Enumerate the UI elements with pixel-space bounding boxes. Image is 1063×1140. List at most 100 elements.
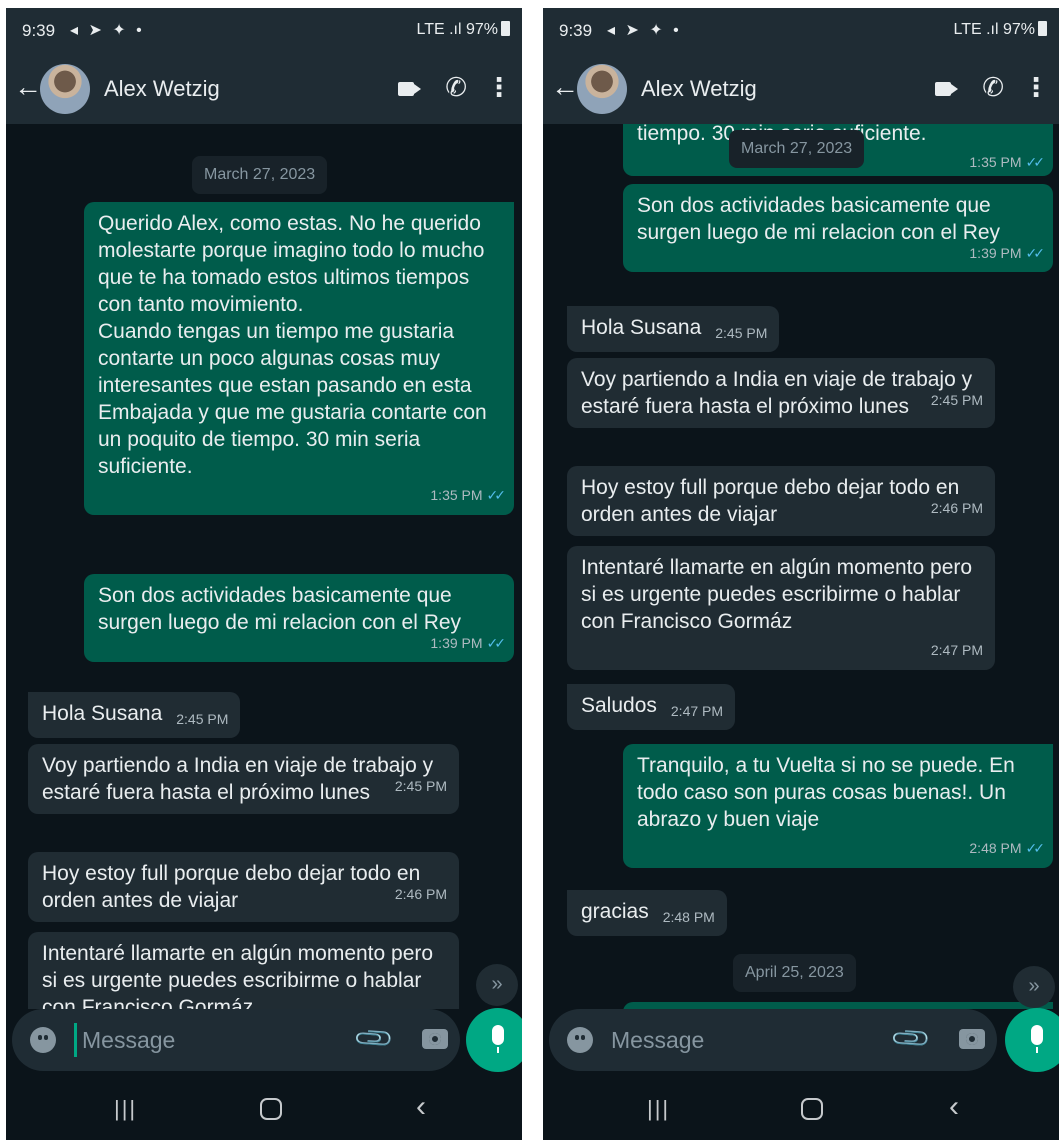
network-battery-text: LTE .ıl 97% xyxy=(953,21,1035,38)
text-cursor xyxy=(74,1023,77,1057)
date-divider: April 25, 2023 xyxy=(733,954,856,992)
avatar[interactable] xyxy=(40,64,90,114)
message-time: 1:35 PM xyxy=(969,154,1022,170)
voice-message-button[interactable] xyxy=(1005,1008,1059,1072)
attachment-icon[interactable]: 📎 xyxy=(889,1016,934,1061)
message-outgoing[interactable]: Son dos actividades basicamente que surg… xyxy=(623,184,1053,272)
message-incoming[interactable]: Hoy estoy full porque debo dejar todo en… xyxy=(567,466,995,536)
message-text: Hola Susana xyxy=(581,316,702,339)
voice-call-icon[interactable]: ✆ xyxy=(982,72,1004,102)
notification-icons: ◂ ➤ ✦ • xyxy=(607,22,682,39)
camera-icon[interactable] xyxy=(959,1029,985,1049)
message-incoming[interactable]: Intentaré llamarte en algún momento pero… xyxy=(567,546,995,670)
message-composer: 📎 xyxy=(12,1009,460,1071)
message-incoming[interactable]: Hola Susana 2:45 PM xyxy=(28,692,241,738)
message-text: Querido Alex, como estas. No he querido … xyxy=(98,212,487,478)
message-text: Hola Susana xyxy=(42,702,163,725)
message-input[interactable] xyxy=(82,1024,332,1056)
read-receipt-icon: ✓✓ xyxy=(486,487,507,503)
video-call-icon[interactable] xyxy=(398,82,421,96)
message-incoming[interactable]: Voy partiendo a India en viaje de trabaj… xyxy=(567,358,995,428)
message-input[interactable] xyxy=(611,1024,861,1056)
message-composer: 📎 xyxy=(549,1009,997,1071)
message-time: 2:47 PM xyxy=(930,642,983,658)
message-time: 1:39 PM xyxy=(430,635,483,651)
message-text: Son dos actividades basicamente que surg… xyxy=(637,194,1001,244)
message-outgoing[interactable]: Tranquilo, a tu Vuelta si no se puede. E… xyxy=(623,744,1053,868)
message-incoming[interactable]: Intentaré llamarte en algún momento pero… xyxy=(28,932,459,1009)
message-text: Saludos xyxy=(581,694,657,717)
message-outgoing-partial[interactable] xyxy=(623,1002,1053,1009)
network-battery-status: LTE .ıl 97% xyxy=(416,21,510,39)
camera-icon[interactable] xyxy=(422,1029,448,1049)
message-incoming[interactable]: Hoy estoy full porque debo dejar todo en… xyxy=(28,852,459,922)
video-call-icon[interactable] xyxy=(935,82,958,96)
contact-name[interactable]: Alex Wetzig xyxy=(104,76,220,102)
read-receipt-icon: ✓✓ xyxy=(1025,245,1046,261)
scroll-down-button[interactable]: » xyxy=(1013,966,1055,1008)
scroll-down-button[interactable]: » xyxy=(476,964,518,1006)
emoji-icon[interactable] xyxy=(567,1027,593,1053)
chat-header: ← Alex Wetzig ✆ ⋮ xyxy=(543,54,1059,124)
date-divider: March 27, 2023 xyxy=(192,156,328,194)
battery-icon xyxy=(1038,21,1047,36)
attachment-icon[interactable]: 📎 xyxy=(352,1016,397,1061)
message-text: Intentaré llamarte en algún momento pero… xyxy=(42,942,434,1009)
message-time: 2:47 PM xyxy=(670,703,724,719)
microphone-icon xyxy=(492,1025,504,1053)
read-receipt-icon: ✓✓ xyxy=(1025,840,1046,856)
status-time: 9:39 xyxy=(559,21,593,40)
more-options-icon[interactable]: ⋮ xyxy=(1023,70,1049,104)
message-time: 1:35 PM xyxy=(430,487,483,503)
back-arrow-icon[interactable]: ← xyxy=(14,72,42,102)
message-incoming[interactable]: Saludos 2:47 PM xyxy=(567,684,736,730)
message-time: 2:45 PM xyxy=(715,325,768,341)
message-time: 2:46 PM xyxy=(930,500,983,516)
network-battery-status: LTE .ıl 97% xyxy=(953,21,1047,39)
status-bar: 9:39 ◂ ➤ ✦ • LTE .ıl 97% xyxy=(6,8,522,54)
message-list[interactable]: March 27, 2023 Querido Alex, como estas.… xyxy=(6,124,522,1009)
message-time: 2:48 PM xyxy=(969,840,1022,856)
message-meta: 1:39 PM ✓✓ xyxy=(969,242,1046,264)
chat-header: ← Alex Wetzig ✆ ⋮ xyxy=(6,54,522,124)
more-options-icon[interactable]: ⋮ xyxy=(486,70,512,104)
home-icon[interactable] xyxy=(801,1098,823,1120)
emoji-icon[interactable] xyxy=(30,1027,56,1053)
network-battery-text: LTE .ıl 97% xyxy=(416,21,498,38)
left-screenshot: 9:39 ◂ ➤ ✦ • LTE .ıl 97% ← Alex Wetzig ✆… xyxy=(6,8,522,1140)
nav-back-icon[interactable]: ‹ xyxy=(416,1090,426,1124)
message-incoming[interactable]: gracias 2:48 PM xyxy=(567,890,727,936)
status-time: 9:39 xyxy=(22,21,56,40)
date-divider: March 27, 2023 xyxy=(729,130,865,168)
system-navigation-bar: ||| ‹ xyxy=(543,1078,1059,1140)
message-time: 2:45 PM xyxy=(394,778,447,794)
message-time: 2:46 PM xyxy=(394,886,447,902)
message-text: Hoy estoy full porque debo dejar todo en… xyxy=(42,862,421,912)
contact-name[interactable]: Alex Wetzig xyxy=(641,76,757,102)
back-arrow-icon[interactable]: ← xyxy=(551,72,579,102)
message-text: Son dos actividades basicamente que surg… xyxy=(98,584,462,634)
message-time: 1:39 PM xyxy=(969,245,1022,261)
nav-back-icon[interactable]: ‹ xyxy=(949,1090,959,1124)
message-incoming[interactable]: Hola Susana 2:45 PM xyxy=(567,306,780,352)
read-receipt-icon: ✓✓ xyxy=(486,635,507,651)
message-meta: 1:35 PM ✓✓ xyxy=(430,487,507,503)
message-incoming[interactable]: Voy partiendo a India en viaje de trabaj… xyxy=(28,744,459,814)
message-outgoing[interactable]: Son dos actividades basicamente que surg… xyxy=(84,574,514,662)
voice-message-button[interactable] xyxy=(466,1008,522,1072)
recent-apps-icon[interactable]: ||| xyxy=(114,1096,137,1122)
message-outgoing[interactable]: Querido Alex, como estas. No he querido … xyxy=(84,202,514,515)
message-time: 2:45 PM xyxy=(176,711,229,727)
read-receipt-icon: ✓✓ xyxy=(1025,154,1046,170)
home-icon[interactable] xyxy=(260,1098,282,1120)
voice-call-icon[interactable]: ✆ xyxy=(445,72,467,102)
avatar[interactable] xyxy=(577,64,627,114)
message-list[interactable]: tiempo. 30 min seria suficiente. 1:35 PM… xyxy=(543,124,1059,1009)
status-bar: 9:39 ◂ ➤ ✦ • LTE .ıl 97% xyxy=(543,8,1059,54)
message-text: Voy partiendo a India en viaje de trabaj… xyxy=(42,754,434,804)
message-text: Intentaré llamarte en algún momento pero… xyxy=(581,556,973,633)
right-screenshot: 9:39 ◂ ➤ ✦ • LTE .ıl 97% ← Alex Wetzig ✆… xyxy=(543,8,1059,1140)
recent-apps-icon[interactable]: ||| xyxy=(647,1096,670,1122)
battery-icon xyxy=(501,21,510,36)
message-meta: 2:48 PM ✓✓ xyxy=(969,840,1046,856)
